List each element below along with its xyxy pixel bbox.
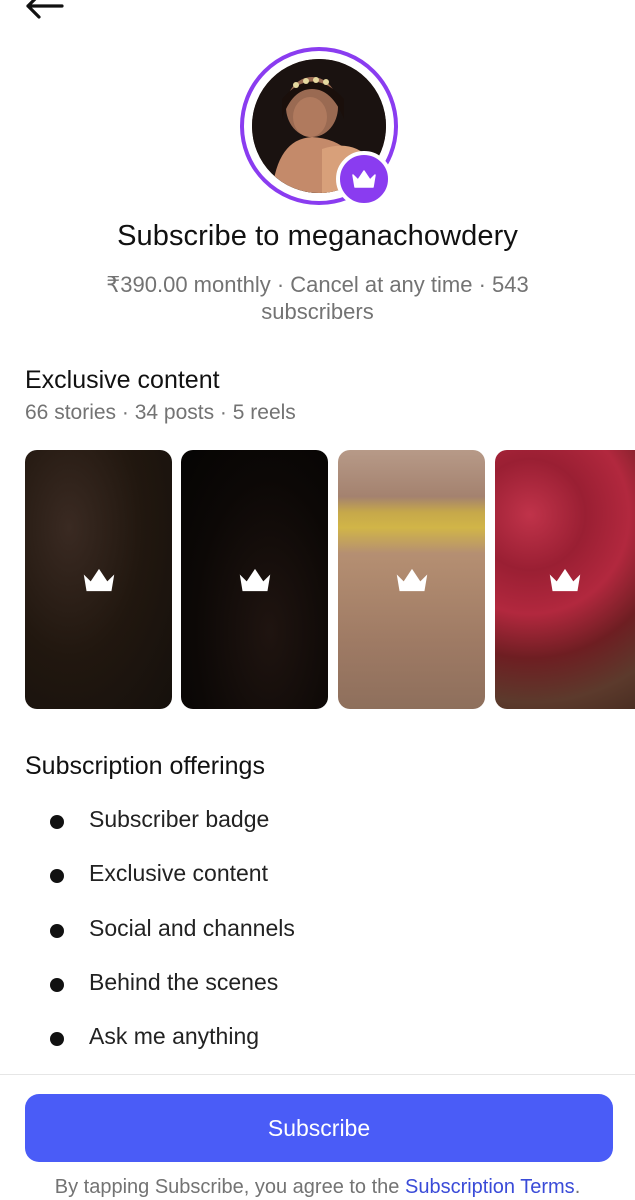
exclusive-thumbnail[interactable]	[181, 450, 328, 709]
subscription-terms-link[interactable]: Subscription Terms	[405, 1176, 575, 1198]
exclusive-thumbnail[interactable]	[495, 450, 635, 709]
terms-notice: By tapping Subscribe, you agree to the S…	[0, 1176, 635, 1199]
offering-label: Ask me anything	[89, 1023, 260, 1050]
offering-label: Behind the scenes	[89, 968, 279, 995]
bullet-dot-icon	[50, 1032, 64, 1047]
bullet-dot-icon	[50, 923, 64, 938]
offering-label: Exclusive content	[89, 860, 268, 887]
subscription-offerings-heading: Subscription offerings	[25, 752, 265, 780]
offering-label: Subscriber badge	[89, 806, 270, 832]
divider	[0, 1074, 635, 1075]
exclusive-content-counts: 66 stories · 34 posts · 5 reels	[25, 401, 296, 424]
bullet-dot-icon	[50, 977, 64, 992]
arrow-left-icon	[26, 0, 64, 19]
offering-label: Social and channels	[89, 914, 295, 941]
terms-suffix: .	[574, 1176, 581, 1198]
exclusive-thumbnail[interactable]	[338, 450, 485, 709]
terms-prefix: By tapping Subscribe, you agree to the	[54, 1176, 405, 1198]
bullet-dot-icon	[50, 815, 64, 829]
crown-icon	[83, 568, 114, 591]
exclusive-content-heading: Exclusive content	[25, 366, 220, 394]
back-button[interactable]	[22, 0, 66, 22]
crown-icon	[396, 568, 427, 591]
creator-avatar	[240, 47, 398, 207]
crown-icon	[352, 170, 376, 188]
subscription-summary: ₹390.00 monthly · Cancel at any time · 5…	[106, 272, 529, 324]
exclusive-thumbnail[interactable]	[25, 450, 172, 709]
subscribe-button[interactable]: Subscribe	[25, 1094, 613, 1162]
bullet-dot-icon	[50, 869, 64, 884]
crown-icon	[549, 568, 581, 591]
page-title: Subscribe to meganachowdery	[117, 220, 518, 252]
crown-icon	[239, 568, 270, 591]
subscriber-crown-badge	[336, 151, 392, 207]
